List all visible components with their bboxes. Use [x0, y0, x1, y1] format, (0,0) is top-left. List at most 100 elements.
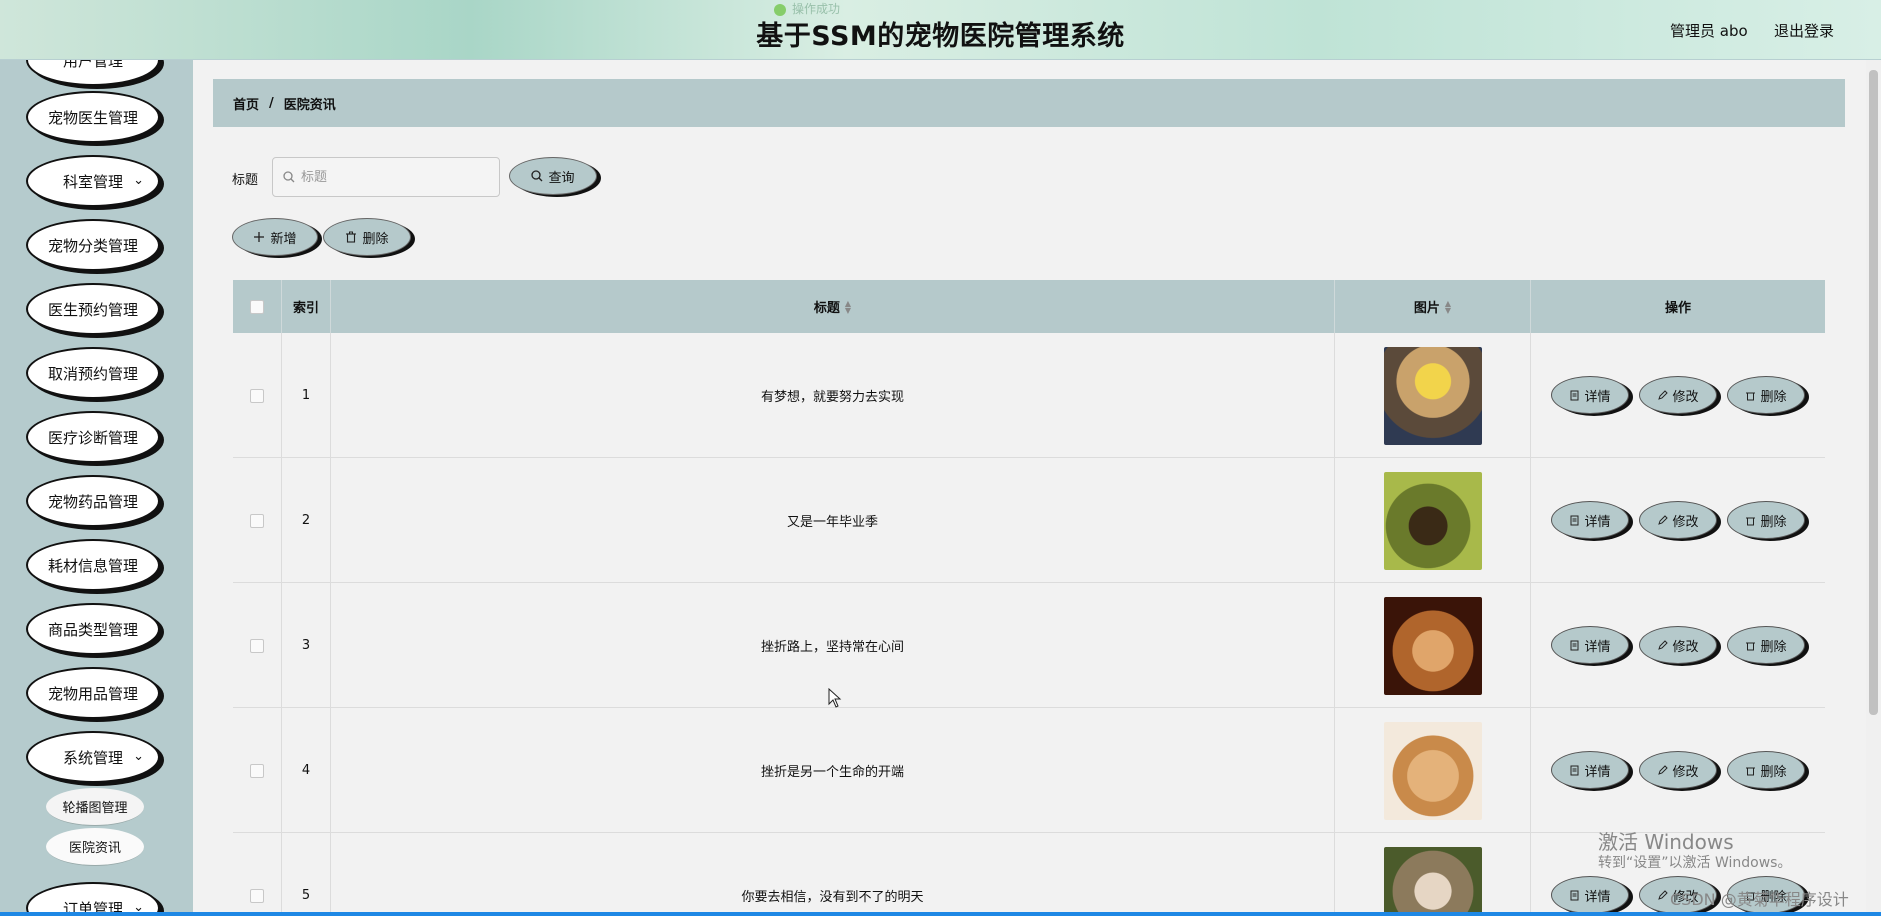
row-delete-button[interactable]: 删除	[1727, 626, 1805, 664]
sidebar-item-users[interactable]: 用户管理	[26, 60, 160, 86]
detail-button[interactable]: 详情	[1551, 751, 1629, 789]
pencil-icon	[1658, 764, 1669, 775]
row-image-cell	[1335, 833, 1531, 916]
breadcrumb-separator: /	[269, 95, 274, 111]
table-row: 3 挫折路上，坚持常在心间 详情 修改 删除	[233, 583, 1825, 708]
header-actions: 操作	[1664, 301, 1691, 316]
row-checkbox[interactable]	[250, 388, 264, 403]
scrollbar-thumb[interactable]	[1869, 70, 1878, 715]
row-index: 4	[282, 708, 331, 833]
row-title: 挫折是另一个生命的开端	[331, 708, 1335, 833]
top-header: 操作成功 基于SSM的宠物医院管理系统 管理员 abo 退出登录	[0, 0, 1881, 60]
sidebar-item-pet-categories[interactable]: 宠物分类管理	[26, 219, 160, 271]
search-icon	[283, 171, 295, 183]
row-index: 3	[282, 583, 331, 708]
row-thumbnail[interactable]	[1383, 596, 1482, 695]
logout-link[interactable]: 退出登录	[1774, 20, 1834, 41]
add-button[interactable]: 新增	[232, 218, 318, 256]
edit-button[interactable]: 修改	[1639, 501, 1717, 539]
document-icon	[1570, 515, 1579, 525]
row-checkbox[interactable]	[250, 513, 264, 528]
sidebar-item-appointments[interactable]: 医生预约管理	[26, 283, 160, 335]
row-delete-button[interactable]: 删除	[1727, 501, 1805, 539]
sidebar-item-departments[interactable]: 科室管理 ⌄	[26, 155, 160, 207]
sidebar-item-product-types[interactable]: 商品类型管理	[26, 603, 160, 655]
table-header: 索引 标题 ▲ ▼ 图片 ▲ ▼ 操作	[233, 280, 1825, 333]
edit-button[interactable]: 修改	[1639, 751, 1717, 789]
trash-icon	[1746, 517, 1756, 525]
sidebar-item-pet-doctors[interactable]: 宠物医生管理	[26, 91, 160, 143]
row-index: 1	[282, 333, 331, 458]
document-icon	[1570, 890, 1579, 900]
sidebar-item-medicines[interactable]: 宠物药品管理	[26, 475, 160, 527]
document-icon	[1570, 390, 1579, 400]
row-title: 又是一年毕业季	[331, 458, 1335, 583]
header-image[interactable]: 图片 ▲ ▼	[1335, 280, 1531, 333]
row-title: 有梦想，就要努力去实现	[331, 333, 1335, 458]
row-image-cell	[1335, 583, 1531, 708]
sidebar-subitem-hospital-news[interactable]: 医院资讯	[46, 828, 144, 866]
row-thumbnail[interactable]	[1383, 471, 1482, 570]
table-row: 1 有梦想，就要努力去实现 详情 修改 删除	[233, 333, 1825, 458]
header-index: 索引	[282, 280, 331, 333]
page-scrollbar[interactable]	[1866, 60, 1881, 916]
sidebar-subitem-carousel[interactable]: 轮播图管理	[46, 788, 144, 826]
sort-icon[interactable]: ▲ ▼	[845, 299, 851, 314]
row-actions: 详情 修改 删除	[1531, 708, 1825, 833]
sidebar-item-system[interactable]: 系统管理 ⌄	[26, 731, 160, 783]
row-thumbnail[interactable]	[1383, 846, 1482, 916]
mouse-cursor-icon	[828, 688, 842, 708]
row-checkbox[interactable]	[250, 638, 264, 653]
news-table: 索引 标题 ▲ ▼ 图片 ▲ ▼ 操作 1 有梦想，就要努力去实现 详情 修改 删除 2…	[233, 280, 1825, 916]
sidebar-item-cancel-appointments[interactable]: 取消预约管理	[26, 347, 160, 399]
row-actions: 详情 修改 删除	[1531, 458, 1825, 583]
edit-button[interactable]: 修改	[1639, 626, 1717, 664]
row-image-cell	[1335, 458, 1531, 583]
search-button[interactable]: 查询	[509, 157, 597, 195]
row-delete-button[interactable]: 删除	[1727, 376, 1805, 414]
row-actions: 详情 修改 删除	[1531, 333, 1825, 458]
row-checkbox[interactable]	[250, 763, 264, 778]
bulk-delete-button[interactable]: 删除	[323, 218, 411, 256]
row-title: 你要去相信，没有到不了的明天	[331, 833, 1335, 916]
sidebar-item-consumables[interactable]: 耗材信息管理	[26, 539, 160, 591]
search-input[interactable]	[301, 169, 481, 185]
sidebar-item-diagnosis[interactable]: 医疗诊断管理	[26, 411, 160, 463]
search-field[interactable]	[272, 157, 500, 197]
header-title[interactable]: 标题 ▲ ▼	[331, 280, 1335, 333]
sidebar-item-orders[interactable]: 订单管理 ⌄	[26, 882, 160, 916]
document-icon	[1570, 640, 1579, 650]
row-actions: 详情 修改 删除	[1531, 583, 1825, 708]
detail-button[interactable]: 详情	[1551, 501, 1629, 539]
breadcrumb: 首页 / 医院资讯	[213, 79, 1845, 127]
row-select-cell	[233, 708, 282, 833]
table-row: 2 又是一年毕业季 详情 修改 删除	[233, 458, 1825, 583]
row-select-cell	[233, 458, 282, 583]
row-thumbnail[interactable]	[1383, 346, 1482, 445]
edit-button[interactable]: 修改	[1639, 376, 1717, 414]
row-delete-button[interactable]: 删除	[1727, 751, 1805, 789]
trash-icon	[1746, 642, 1756, 650]
sidebar-item-pet-supplies[interactable]: 宠物用品管理	[26, 667, 160, 719]
row-select-cell	[233, 333, 282, 458]
breadcrumb-home[interactable]: 首页	[233, 94, 259, 113]
trash-icon	[1746, 767, 1756, 775]
pencil-icon	[1658, 514, 1669, 525]
detail-button[interactable]: 详情	[1551, 376, 1629, 414]
row-index: 2	[282, 458, 331, 583]
csdn-watermark: CSDN @黄菊华程序设计	[1670, 890, 1849, 909]
row-checkbox[interactable]	[250, 888, 264, 903]
select-all-cell	[233, 280, 282, 333]
search-label: 标题	[232, 173, 259, 188]
sort-icon[interactable]: ▲ ▼	[1445, 299, 1451, 314]
pencil-icon	[1658, 639, 1669, 650]
detail-button[interactable]: 详情	[1551, 876, 1629, 914]
table-row: 5 你要去相信，没有到不了的明天 详情 修改 删除	[233, 833, 1825, 916]
table-row: 4 挫折是另一个生命的开端 详情 修改 删除	[233, 708, 1825, 833]
row-thumbnail[interactable]	[1383, 721, 1482, 820]
detail-button[interactable]: 详情	[1551, 626, 1629, 664]
breadcrumb-current: 医院资讯	[283, 97, 336, 113]
windows-activation-watermark: 激活 Windows	[1598, 830, 1734, 854]
select-all-checkbox[interactable]	[250, 299, 264, 314]
current-user: 管理员 abo	[1670, 22, 1748, 40]
